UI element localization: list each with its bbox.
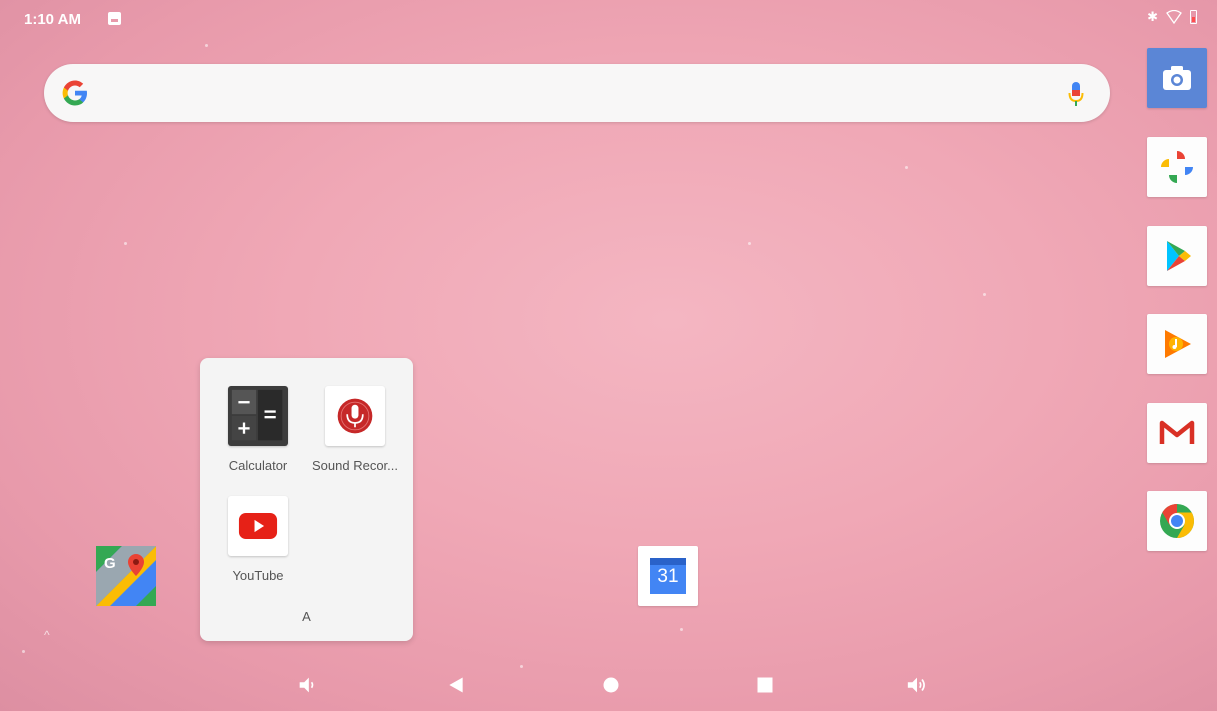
google-photos-icon[interactable] xyxy=(1147,137,1207,197)
wallpaper-sparkle xyxy=(520,665,523,668)
chrome-icon[interactable] xyxy=(1147,491,1207,551)
home-circle-icon xyxy=(603,677,619,693)
svg-text:G: G xyxy=(104,555,116,572)
status-time: 1:10 AM xyxy=(24,11,81,28)
google-logo-icon xyxy=(62,80,87,106)
calculator-icon xyxy=(228,386,288,446)
home-icon[interactable] xyxy=(598,672,624,698)
wallpaper-sparkle xyxy=(205,44,208,47)
recents-square-icon xyxy=(757,677,773,693)
music-triangle-icon xyxy=(1165,330,1191,358)
app-label: Calculator xyxy=(228,458,288,473)
battery-low-icon xyxy=(1190,10,1197,24)
speaker-low-icon xyxy=(299,677,314,693)
calculator-glyph-icon xyxy=(231,389,283,441)
swipe-up-indicator[interactable]: ^ xyxy=(44,628,50,642)
app-label: YouTube xyxy=(232,568,284,583)
back-triangle-icon xyxy=(449,677,463,693)
wallpaper-sparkle xyxy=(983,293,986,296)
wifi-icon xyxy=(1166,10,1182,24)
google-search-bar[interactable] xyxy=(44,64,1110,122)
wallpaper-sparkle xyxy=(680,628,683,631)
sound-recorder-icon xyxy=(325,386,385,446)
speaker-high-icon xyxy=(907,677,925,693)
gmail-icon[interactable] xyxy=(1147,403,1207,463)
app-label: Sound Recor... xyxy=(312,458,398,473)
image-notification-icon xyxy=(108,12,121,25)
volume-up-icon[interactable] xyxy=(904,672,930,698)
recents-icon[interactable] xyxy=(752,672,778,698)
youtube-play-icon xyxy=(238,513,278,539)
wallpaper-sparkle xyxy=(22,650,25,653)
wallpaper-sparkle xyxy=(748,242,751,245)
calendar-day: 31 xyxy=(657,566,679,587)
mic-icon[interactable] xyxy=(1068,81,1084,107)
app-sound-recorder[interactable]: Sound Recor... xyxy=(305,386,405,473)
bluetooth-icon: ✱ xyxy=(1147,9,1158,24)
calendar-icon[interactable]: 31 xyxy=(638,546,698,606)
folder-name[interactable]: A xyxy=(200,609,413,624)
chrome-logo-icon xyxy=(1160,504,1194,538)
status-icons: ✱ xyxy=(1147,9,1197,25)
camera-glyph-icon xyxy=(1163,66,1191,90)
play-triangle-icon xyxy=(1167,241,1191,271)
gmail-envelope-icon xyxy=(1159,420,1195,444)
google-maps-icon[interactable]: G xyxy=(96,546,156,606)
app-folder: Calculator Sound Recor... YouTube A xyxy=(200,358,413,641)
camera-icon[interactable] xyxy=(1147,48,1207,108)
play-store-icon[interactable] xyxy=(1147,226,1207,286)
recorder-mic-icon xyxy=(337,398,373,434)
volume-down-icon[interactable] xyxy=(294,672,320,698)
play-music-icon[interactable] xyxy=(1147,314,1207,374)
status-bar: 1:10 AM ✱ xyxy=(0,0,1217,40)
photos-pinwheel-icon xyxy=(1161,151,1193,183)
youtube-icon xyxy=(228,496,288,556)
wallpaper-sparkle xyxy=(124,242,127,245)
maps-glyph-icon: G xyxy=(96,546,156,606)
wallpaper-sparkle xyxy=(905,166,908,169)
back-icon[interactable] xyxy=(443,672,469,698)
app-calculator[interactable]: Calculator xyxy=(208,386,308,473)
app-youtube[interactable]: YouTube xyxy=(208,496,308,583)
